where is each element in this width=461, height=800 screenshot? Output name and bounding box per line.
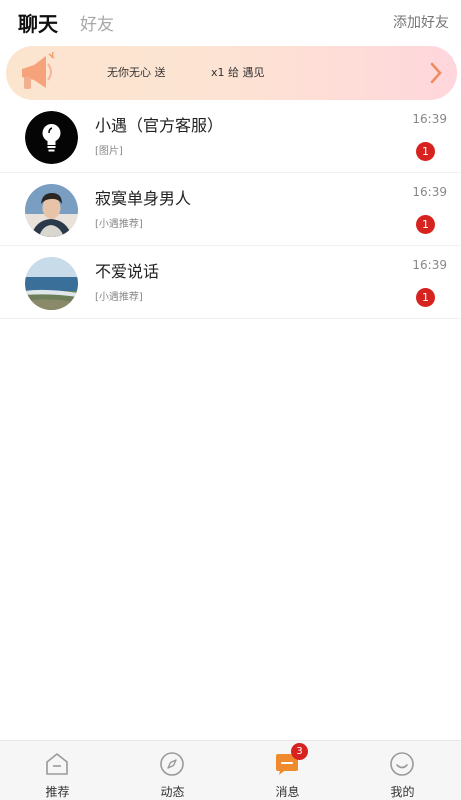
chat-preview: [小遇推荐] — [95, 292, 143, 303]
nav-label: 推荐 — [45, 785, 70, 799]
unread-badge: 1 — [416, 142, 435, 161]
home-icon — [46, 753, 68, 775]
megaphone-icon — [22, 51, 55, 89]
top-bar: 聊天 好友 添加好友 — [0, 0, 461, 44]
chat-name: 不爱说话 — [95, 262, 160, 281]
smiley-icon — [390, 752, 414, 776]
bottom-nav: 推荐 动态 3 消息 我的 — [0, 740, 461, 800]
chat-item[interactable]: 不爱说话 [小遇推荐] 16:39 1 — [0, 246, 461, 319]
compass-icon — [160, 752, 184, 776]
lightbulb-avatar — [25, 111, 78, 164]
nav-label: 我的 — [390, 785, 415, 799]
chat-preview: [图片] — [95, 146, 123, 157]
man-photo-avatar — [25, 184, 78, 237]
tab-friends[interactable]: 好友 — [80, 10, 114, 35]
chat-time: 16:39 — [412, 112, 447, 126]
nav-label: 消息 — [275, 785, 300, 799]
chat-time: 16:39 — [412, 258, 447, 272]
nav-item-moments[interactable]: 动态 — [115, 741, 230, 800]
unread-badge: 1 — [416, 215, 435, 234]
chat-name: 小遇（官方客服） — [95, 116, 224, 135]
nav-item-profile[interactable]: 我的 — [345, 741, 460, 800]
banner-text-left: 无你无心 送 — [107, 66, 166, 79]
nav-item-messages[interactable]: 3 消息 — [230, 741, 345, 800]
seascape-photo-avatar — [25, 257, 78, 310]
chat-time: 16:39 — [412, 185, 447, 199]
chat-item[interactable]: 小遇（官方客服） [图片] 16:39 1 — [0, 100, 461, 173]
chat-list: 小遇（官方客服） [图片] 16:39 1 寂寞单身男人 [小遇推荐] 16:3… — [0, 100, 461, 319]
chat-item[interactable]: 寂寞单身男人 [小遇推荐] 16:39 1 — [0, 173, 461, 246]
chevron-right-icon[interactable] — [429, 61, 443, 85]
chat-preview: [小遇推荐] — [95, 219, 143, 230]
gift-announcement-banner[interactable]: 无你无心 送 x1 给 遇见 — [6, 46, 457, 100]
tab-chat[interactable]: 聊天 — [18, 8, 58, 37]
chat-name: 寂寞单身男人 — [95, 189, 192, 208]
banner-text-right: x1 给 遇见 — [211, 66, 265, 79]
message-count-badge: 3 — [291, 743, 308, 760]
unread-badge: 1 — [416, 288, 435, 307]
nav-label: 动态 — [160, 785, 185, 799]
add-friend-button[interactable]: 添加好友 — [393, 12, 449, 32]
nav-item-recommend[interactable]: 推荐 — [0, 741, 115, 800]
